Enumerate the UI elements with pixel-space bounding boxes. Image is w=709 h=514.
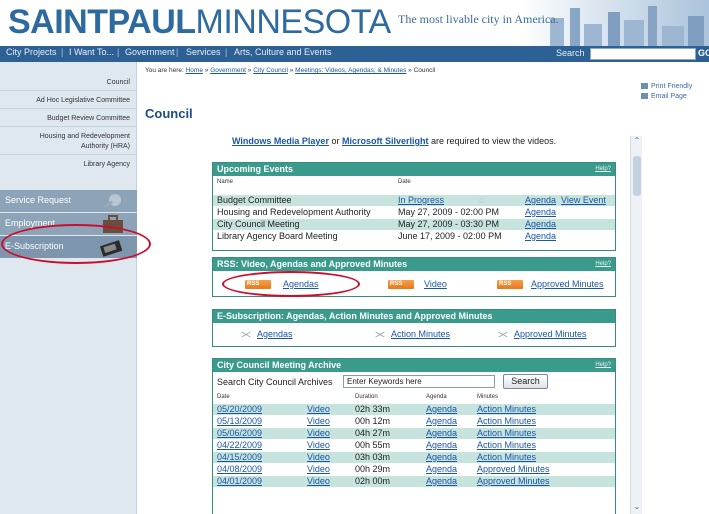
site-header: SAINTPAULMINNESOTA The most livable city… — [0, 0, 709, 46]
table-row: 04/15/2009 Video 03h 03m Agenda Action M… — [213, 452, 615, 463]
breadcrumb-city-council[interactable]: City Council — [253, 67, 288, 74]
site-tagline: The most livable city in America. — [398, 12, 559, 26]
archive-panel: City Council Meeting Archive Help? Searc… — [212, 358, 616, 514]
search-go-button[interactable]: GO — [698, 48, 709, 58]
annotation-ellipse-esubscription — [1, 224, 151, 264]
esub-action-minutes-link[interactable]: Action Minutes — [391, 329, 450, 340]
print-friendly-link[interactable]: Print Friendly — [641, 83, 692, 90]
sidebar-item-council[interactable]: Council — [107, 78, 130, 87]
site-logo[interactable]: SAINTPAULMINNESOTA — [8, 2, 391, 42]
annotation-ellipse-rss-agendas — [222, 271, 360, 297]
scroll-thumb[interactable] — [633, 156, 641, 196]
table-row: 05/13/2009 Video 00h 12m Agenda Action M… — [213, 416, 615, 427]
rss-approved-minutes-link[interactable]: Approved Minutes — [531, 279, 604, 290]
nav-arts-culture-events[interactable]: Arts, Culture and Events — [234, 47, 332, 57]
rss-help-link[interactable]: Help? — [595, 261, 611, 267]
table-row: 05/20/2009 Video 02h 33m Agenda Action M… — [213, 404, 615, 415]
rss-icon[interactable]: RSS — [497, 280, 523, 289]
nav-i-want-to[interactable]: I Want To... — [69, 47, 114, 57]
archive-search-button[interactable]: Search — [503, 374, 548, 389]
sidebar-item-library[interactable]: Library Agency — [84, 160, 130, 169]
rss-title: RSS: Video, Agendas and Approved Minutes — [217, 259, 408, 269]
site-search-input[interactable] — [590, 48, 696, 60]
nav-government[interactable]: Government — [125, 47, 175, 57]
archive-help-link[interactable]: Help? — [595, 362, 611, 368]
windows-media-player-link[interactable]: Windows Media Player — [232, 136, 329, 146]
breadcrumb-home[interactable]: Home — [186, 67, 203, 74]
rss-video-link[interactable]: Video — [424, 279, 447, 290]
nav-services[interactable]: Services — [186, 47, 221, 57]
table-row: 04/01/2009 Video 02h 00m Agenda Approved… — [213, 476, 615, 487]
table-row: 04/08/2009 Video 00h 29m Agenda Approved… — [213, 464, 615, 475]
subscribe-icon — [498, 331, 508, 338]
table-row: Budget Committee In Progress ◌ Agenda Vi… — [213, 195, 615, 206]
left-sidebar: Council Ad Hoc Legislative Committee Bud… — [0, 62, 137, 514]
col-name: Name — [217, 179, 234, 185]
col-duration: Duration — [355, 394, 378, 400]
search-label: Search — [556, 48, 585, 58]
e-subscription-panel: E-Subscription: Agendas, Action Minutes … — [212, 309, 616, 347]
sidebar-item-hra-2[interactable]: Authority (HRA) — [81, 142, 130, 151]
scroll-down-arrow[interactable]: ⌄ — [632, 502, 642, 512]
sidebar-item-hra[interactable]: Housing and Redevelopment — [40, 132, 130, 141]
loading-spinner-icon: ◌ — [479, 195, 485, 205]
rss-icon[interactable]: RSS — [388, 280, 414, 289]
table-row: 05/06/2009 Video 04h 27m Agenda Action M… — [213, 428, 615, 439]
archive-title: City Council Meeting Archive — [217, 360, 342, 370]
page-title: Council — [145, 106, 193, 121]
email-page-link[interactable]: Email Page — [641, 93, 687, 100]
table-row: City Council Meeting May 27, 2009 - 03:3… — [213, 219, 615, 230]
subscribe-icon — [375, 331, 385, 338]
upcoming-events-title: Upcoming Events — [217, 164, 294, 174]
breadcrumb-current: Council — [413, 67, 436, 74]
subscribe-icon — [241, 331, 251, 338]
e-subscription-title: E-Subscription: Agendas, Action Minutes … — [217, 311, 493, 321]
col-date: Date — [398, 179, 411, 185]
upcoming-help-link[interactable]: Help? — [595, 166, 611, 172]
upcoming-events-panel: Upcoming Events Help? Name Date Budget C… — [212, 162, 616, 251]
nav-city-projects[interactable]: City Projects — [6, 47, 57, 57]
wrench-icon — [103, 194, 121, 209]
service-request-button[interactable]: Service Request — [0, 190, 137, 212]
esub-agendas-link[interactable]: Agendas — [257, 329, 293, 340]
esub-approved-minutes-link[interactable]: Approved Minutes — [514, 329, 587, 340]
breadcrumb-meetings[interactable]: Meetings: Videos, Agendas, & Minutes — [295, 67, 406, 74]
main-navbar: City Projects | I Want To... | Governmen… — [0, 46, 709, 62]
silverlight-link[interactable]: Microsoft Silverlight — [342, 136, 429, 146]
printer-icon — [641, 83, 648, 90]
col-agenda: Agenda — [426, 394, 447, 400]
col-date: Date — [217, 394, 230, 400]
player-requirement-note: Windows Media Player or Microsoft Silver… — [232, 136, 557, 146]
breadcrumb: You are here: Home » Government » City C… — [145, 67, 436, 74]
scroll-up-arrow[interactable]: ⌃ — [632, 136, 642, 146]
archive-search-label: Search City Council Archives — [217, 377, 333, 387]
table-row: Housing and Redevelopment Authority May … — [213, 207, 615, 218]
sidebar-item-budget-review[interactable]: Budget Review Committee — [47, 114, 130, 123]
breadcrumb-government[interactable]: Government — [210, 67, 246, 74]
sidebar-item-ad-hoc[interactable]: Ad Hoc Legislative Committee — [36, 96, 130, 105]
table-row: 04/22/2009 Video 00h 55m Agenda Action M… — [213, 440, 615, 451]
col-minutes: Minutes — [477, 394, 499, 400]
archive-search-input[interactable]: Enter Keywords here — [343, 375, 495, 388]
envelope-icon — [641, 93, 648, 100]
frame-scrollbar[interactable]: ⌃ ⌄ — [630, 136, 642, 514]
table-row: Library Agency Board Meeting June 17, 20… — [213, 231, 615, 242]
